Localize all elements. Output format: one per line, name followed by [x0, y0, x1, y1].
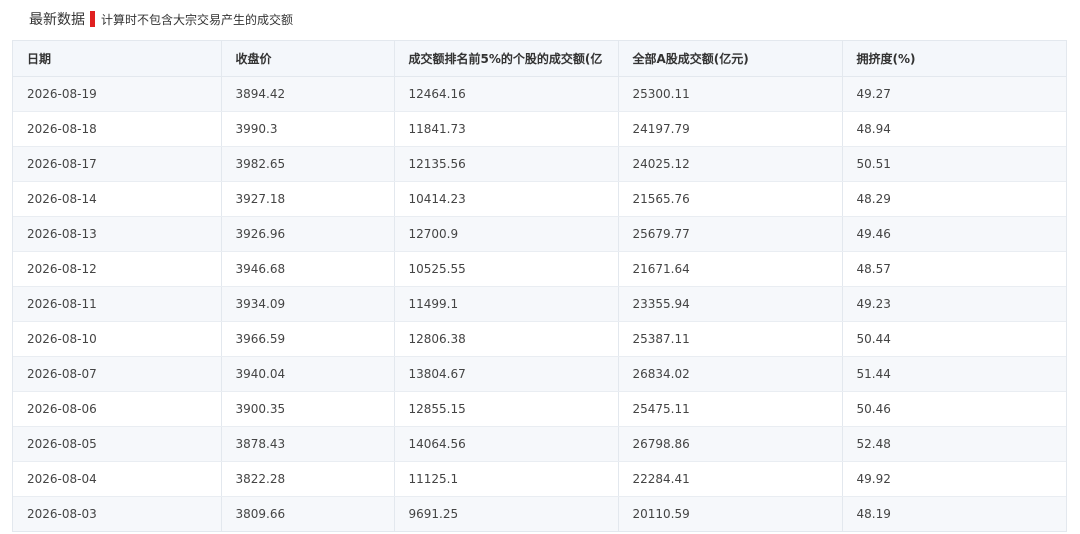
cell-date: 2026-08-06	[13, 391, 221, 427]
cell-crowding: 49.46	[841, 216, 1066, 252]
cell-date: 2026-08-11	[13, 286, 221, 322]
cell-crowding: 49.23	[841, 286, 1066, 322]
cell-crowding: 50.51	[841, 146, 1066, 182]
cell-crowding: 49.27	[841, 76, 1066, 112]
data-table-container: 日期 收盘价 成交额排名前5%的个股的成交额(亿 全部A股成交额(亿元) 拥挤度…	[12, 40, 1067, 532]
column-header-crowding[interactable]: 拥挤度(%)	[841, 41, 1066, 77]
table-row: 2026-08-11 3934.09 11499.1 23355.94 49.2…	[13, 286, 1066, 322]
cell-date: 2026-08-07	[13, 356, 221, 392]
cell-close: 3940.04	[220, 356, 394, 392]
cell-total-turnover: 26798.86	[617, 426, 842, 462]
cell-date: 2026-08-14	[13, 181, 221, 217]
cell-close: 3946.68	[220, 251, 394, 287]
cell-date: 2026-08-17	[13, 146, 221, 182]
cell-date: 2026-08-03	[13, 496, 221, 531]
cell-date: 2026-08-19	[13, 76, 221, 112]
cell-top5-turnover: 11499.1	[393, 286, 618, 322]
cell-top5-turnover: 14064.56	[393, 426, 618, 462]
cell-close: 3982.65	[220, 146, 394, 182]
cell-date: 2026-08-13	[13, 216, 221, 252]
cell-close: 3966.59	[220, 321, 394, 357]
cell-top5-turnover: 11125.1	[393, 461, 618, 497]
cell-total-turnover: 25475.11	[617, 391, 842, 427]
column-header-close[interactable]: 收盘价	[220, 41, 394, 77]
column-header-top5-turnover[interactable]: 成交额排名前5%的个股的成交额(亿	[393, 41, 618, 77]
cell-crowding: 50.44	[841, 321, 1066, 357]
table-body: 2026-08-19 3894.42 12464.16 25300.11 49.…	[13, 76, 1066, 531]
cell-top5-turnover: 10525.55	[393, 251, 618, 287]
cell-close: 3990.3	[220, 111, 394, 147]
cell-top5-turnover: 12700.9	[393, 216, 618, 252]
section-note: 计算时不包含大宗交易产生的成交额	[101, 12, 294, 27]
cell-total-turnover: 21565.76	[617, 181, 842, 217]
cell-crowding: 49.92	[841, 461, 1066, 497]
cell-total-turnover: 24197.79	[617, 111, 842, 147]
section-title: 最新数据	[29, 12, 85, 28]
cell-total-turnover: 23355.94	[617, 286, 842, 322]
cell-top5-turnover: 9691.25	[393, 496, 618, 531]
table-row: 2026-08-06 3900.35 12855.15 25475.11 50.…	[13, 391, 1066, 427]
cell-close: 3934.09	[220, 286, 394, 322]
cell-crowding: 48.94	[841, 111, 1066, 147]
cell-crowding: 50.46	[841, 391, 1066, 427]
table-row: 2026-08-18 3990.3 11841.73 24197.79 48.9…	[13, 111, 1066, 147]
cell-close: 3927.18	[220, 181, 394, 217]
cell-total-turnover: 20110.59	[617, 496, 842, 531]
cell-date: 2026-08-04	[13, 461, 221, 497]
table-row: 2026-08-03 3809.66 9691.25 20110.59 48.1…	[13, 496, 1066, 531]
cell-total-turnover: 26834.02	[617, 356, 842, 392]
column-header-date[interactable]: 日期	[13, 41, 221, 77]
red-accent-bar	[90, 11, 95, 27]
cell-close: 3926.96	[220, 216, 394, 252]
cell-crowding: 48.29	[841, 181, 1066, 217]
table-row: 2026-08-19 3894.42 12464.16 25300.11 49.…	[13, 76, 1066, 112]
cell-total-turnover: 25387.11	[617, 321, 842, 357]
cell-date: 2026-08-18	[13, 111, 221, 147]
cell-total-turnover: 21671.64	[617, 251, 842, 287]
cell-close: 3822.28	[220, 461, 394, 497]
cell-date: 2026-08-12	[13, 251, 221, 287]
cell-crowding: 52.48	[841, 426, 1066, 462]
cell-crowding: 51.44	[841, 356, 1066, 392]
cell-top5-turnover: 12464.16	[393, 76, 618, 112]
cell-date: 2026-08-05	[13, 426, 221, 462]
cell-crowding: 48.19	[841, 496, 1066, 531]
cell-close: 3878.43	[220, 426, 394, 462]
cell-top5-turnover: 11841.73	[393, 111, 618, 147]
table-row: 2026-08-12 3946.68 10525.55 21671.64 48.…	[13, 251, 1066, 287]
cell-top5-turnover: 12806.38	[393, 321, 618, 357]
column-header-total-turnover[interactable]: 全部A股成交额(亿元)	[617, 41, 842, 77]
table-row: 2026-08-13 3926.96 12700.9 25679.77 49.4…	[13, 216, 1066, 252]
table-row: 2026-08-04 3822.28 11125.1 22284.41 49.9…	[13, 461, 1066, 497]
cell-total-turnover: 25679.77	[617, 216, 842, 252]
cell-close: 3894.42	[220, 76, 394, 112]
cell-top5-turnover: 13804.67	[393, 356, 618, 392]
data-table: 日期 收盘价 成交额排名前5%的个股的成交额(亿 全部A股成交额(亿元) 拥挤度…	[13, 41, 1066, 531]
section-header: 最新数据 计算时不包含大宗交易产生的成交额	[29, 8, 293, 30]
cell-top5-turnover: 12855.15	[393, 391, 618, 427]
cell-top5-turnover: 10414.23	[393, 181, 618, 217]
table-row: 2026-08-14 3927.18 10414.23 21565.76 48.…	[13, 181, 1066, 217]
cell-date: 2026-08-10	[13, 321, 221, 357]
table-row: 2026-08-05 3878.43 14064.56 26798.86 52.…	[13, 426, 1066, 462]
cell-total-turnover: 22284.41	[617, 461, 842, 497]
cell-close: 3809.66	[220, 496, 394, 531]
table-row: 2026-08-17 3982.65 12135.56 24025.12 50.…	[13, 146, 1066, 182]
cell-total-turnover: 24025.12	[617, 146, 842, 182]
cell-total-turnover: 25300.11	[617, 76, 842, 112]
table-header-row: 日期 收盘价 成交额排名前5%的个股的成交额(亿 全部A股成交额(亿元) 拥挤度…	[13, 41, 1066, 77]
cell-close: 3900.35	[220, 391, 394, 427]
table-row: 2026-08-10 3966.59 12806.38 25387.11 50.…	[13, 321, 1066, 357]
cell-crowding: 48.57	[841, 251, 1066, 287]
table-row: 2026-08-07 3940.04 13804.67 26834.02 51.…	[13, 356, 1066, 392]
cell-top5-turnover: 12135.56	[393, 146, 618, 182]
